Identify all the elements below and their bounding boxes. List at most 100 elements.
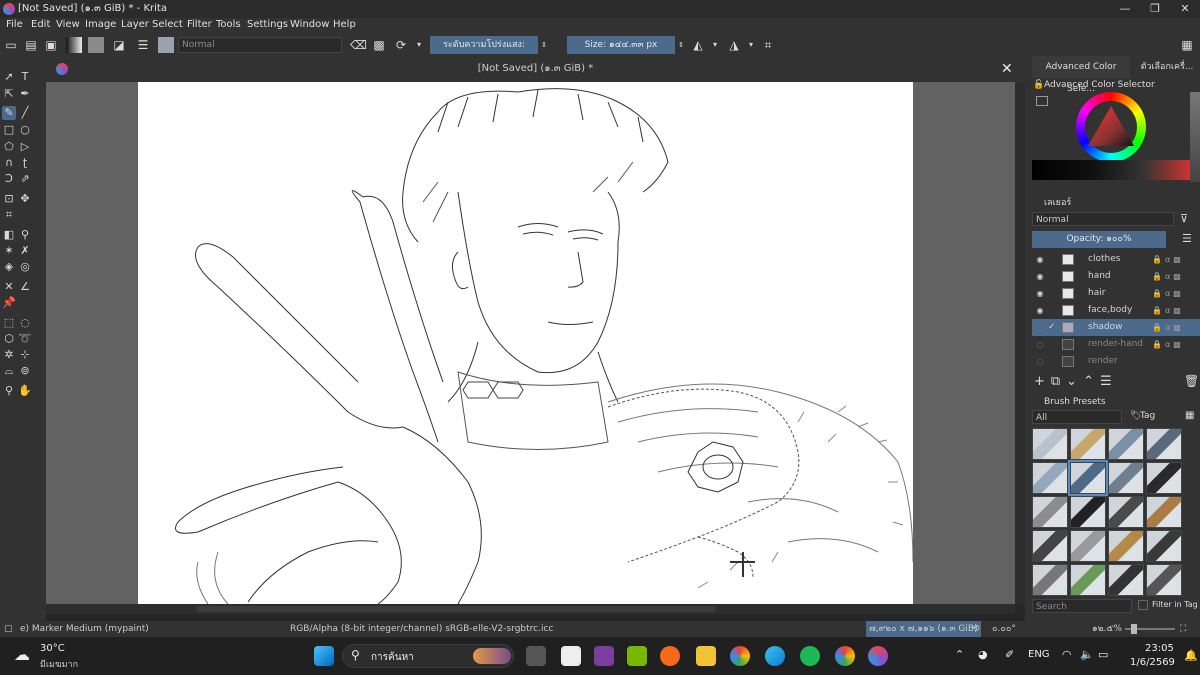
brush-preset-thumbnail[interactable] — [1070, 564, 1106, 596]
transform-tool-icon[interactable]: ⊡ — [2, 192, 16, 206]
notification-bell-icon[interactable]: 🔔 — [1184, 649, 1198, 662]
brush-preset-icon[interactable] — [158, 37, 174, 53]
workspace-icon[interactable]: ▦ — [1180, 37, 1194, 53]
restore-icon[interactable]: ❐ — [1140, 0, 1170, 18]
brush-settings-icon[interactable]: ☰ — [136, 37, 150, 53]
magnetic-select-icon[interactable]: ⊚ — [18, 364, 32, 378]
zoom-value[interactable]: ๑๒.๕% — [1092, 621, 1122, 637]
color-wheel[interactable] — [1076, 92, 1146, 162]
brush-preset-thumbnail[interactable] — [1108, 564, 1144, 596]
windows-start-icon[interactable] — [314, 646, 334, 666]
menu-settings[interactable]: Settings — [247, 19, 288, 30]
brush-preset-thumbnail[interactable] — [1032, 564, 1068, 596]
freehand-path-icon[interactable]: ʈ — [18, 156, 32, 170]
fill-tool-icon[interactable]: ◈ — [2, 260, 16, 274]
minimize-icon[interactable]: — — [1110, 0, 1140, 18]
layer-row[interactable]: ◉ hair 🔒α▩ — [1032, 285, 1200, 302]
clock-time[interactable]: 23:05 — [1145, 643, 1174, 654]
chevron-down-icon[interactable]: ▾ — [710, 37, 720, 53]
menu-view[interactable]: View — [56, 19, 80, 30]
spin-icon[interactable]: ⇕ — [677, 37, 685, 53]
edit-shapes-icon[interactable]: ⇱ — [2, 87, 16, 101]
current-brush[interactable]: e) Marker Medium (mypaint) — [20, 621, 149, 637]
menu-file[interactable]: File — [6, 19, 23, 30]
layer-lock-alpha-icons[interactable]: 🔒α▩ — [1152, 268, 1184, 285]
close-window-icon[interactable]: ✕ — [1170, 0, 1200, 18]
size-slider[interactable]: Size: ๑๔๔.๓๓ px — [567, 36, 675, 54]
reload-preset-icon[interactable]: ⟳ — [394, 37, 408, 53]
color-triangle[interactable] — [1088, 106, 1134, 146]
tag-label[interactable]: Tag — [1140, 411, 1155, 421]
eye-icon[interactable]: ◉ — [1035, 302, 1045, 319]
chrome-icon[interactable] — [730, 646, 750, 666]
layer-lock-alpha-icons[interactable]: 🔒α▩ — [1152, 285, 1184, 302]
brush-preset-thumbnail[interactable] — [1032, 496, 1068, 528]
battery-icon[interactable]: ▭ — [1098, 648, 1108, 661]
menu-tools[interactable]: Tools — [216, 19, 241, 30]
eye-icon[interactable]: ◉ — [1035, 251, 1045, 268]
blend-mode-select[interactable]: Normal — [178, 37, 342, 53]
spotify-icon[interactable] — [800, 646, 820, 666]
brush-preset-thumbnail[interactable] — [1032, 462, 1068, 494]
gradient-icon[interactable] — [66, 37, 82, 53]
select-shapes-icon[interactable]: ➚ — [2, 70, 16, 84]
layer-lock-alpha-icons[interactable]: 🔒α▩ — [1152, 336, 1184, 353]
krita-taskbar-icon[interactable] — [868, 646, 888, 666]
brush-preset-thumbnail[interactable] — [1032, 428, 1068, 460]
text-tool-icon[interactable]: T — [18, 70, 32, 84]
layer-options-icon[interactable]: ☰ — [1182, 232, 1192, 245]
pattern-icon[interactable] — [88, 37, 104, 53]
chevron-down-icon[interactable]: ▾ — [414, 37, 424, 53]
menu-layer[interactable]: Layer — [121, 19, 149, 30]
edge-icon[interactable] — [765, 646, 785, 666]
layer-row[interactable]: ○ render — [1032, 353, 1200, 370]
tray-chevron-up-icon[interactable]: ⌃ — [955, 648, 964, 661]
enclose-fill-icon[interactable]: ◎ — [18, 260, 32, 274]
smart-patch-icon[interactable]: ✗ — [18, 244, 32, 258]
spin-icon[interactable]: ⇕ — [540, 37, 548, 53]
eraser-icon[interactable]: ⌫ — [350, 37, 367, 53]
horizontal-scrollbar[interactable] — [46, 604, 1015, 614]
eye-closed-icon[interactable]: ○ — [1035, 353, 1045, 370]
volume-icon[interactable]: 🔈 — [1080, 648, 1094, 661]
taskbar-search-box[interactable]: ⚲ การค้นหา — [342, 644, 514, 668]
brush-filter-select[interactable]: All — [1032, 410, 1122, 424]
weather-text[interactable]: มีเมฆมาก — [40, 657, 78, 671]
menu-window[interactable]: Window — [290, 19, 329, 30]
brush-preset-thumbnail[interactable] — [1070, 530, 1106, 562]
soundcloud-icon[interactable] — [660, 646, 680, 666]
ellipse-tool-icon[interactable]: ○ — [18, 123, 32, 137]
close-document-icon[interactable]: ✕ — [1001, 56, 1013, 82]
task-view-icon[interactable] — [526, 646, 546, 666]
eye-closed-icon[interactable]: ○ — [1035, 336, 1045, 353]
open-document-icon[interactable]: ▤ — [24, 37, 38, 53]
layer-lock-alpha-icons[interactable]: 🔒α▩ — [1152, 319, 1184, 336]
rotation-value[interactable]: ๐.๐๐° — [992, 621, 1016, 637]
brush-preset-thumbnail[interactable] — [1146, 462, 1182, 494]
brush-preset-thumbnail[interactable] — [1108, 530, 1144, 562]
brush-preset-thumbnail[interactable] — [1108, 462, 1144, 494]
brush-preset-thumbnail[interactable] — [1146, 564, 1182, 596]
weather-temp[interactable]: 30°C — [40, 643, 65, 654]
layer-opacity-slider[interactable]: Opacity: ๑๐๐% — [1032, 231, 1166, 248]
crop-icon[interactable]: ⌗ — [760, 37, 776, 53]
lock-icon[interactable]: 🔓 — [1033, 80, 1044, 90]
tray-app-icon[interactable]: ◕ — [978, 648, 988, 661]
brush-preset-thumbnail[interactable] — [1108, 428, 1144, 460]
filter-icon[interactable]: ⊽ — [1180, 212, 1188, 225]
dynamic-brush-icon[interactable]: Ↄ — [2, 172, 16, 186]
menu-edit[interactable]: Edit — [31, 19, 50, 30]
alpha-lock-icon[interactable]: ▩ — [372, 37, 386, 53]
brush-preset-thumbnail[interactable] — [1068, 460, 1108, 496]
tab-advanced-color-selector[interactable]: Advanced Color Sele... — [1032, 56, 1130, 94]
wifi-icon[interactable]: ◠ — [1062, 648, 1072, 661]
vertical-scrollbar[interactable] — [1015, 82, 1025, 604]
rectangle-tool-icon[interactable]: □ — [2, 123, 16, 137]
color-history-strip[interactable] — [1032, 160, 1190, 180]
brush-preset-thumbnail[interactable] — [1146, 530, 1182, 562]
layer-row[interactable]: ◉ face,body 🔒α▩ — [1032, 302, 1200, 319]
move-tool-icon[interactable]: ✥ — [18, 192, 32, 206]
drawing-canvas[interactable] — [138, 82, 913, 604]
brush-preset-thumbnail[interactable] — [1146, 428, 1182, 460]
tab-tool-options[interactable]: ตัวเลือกเครื่... — [1134, 56, 1200, 78]
